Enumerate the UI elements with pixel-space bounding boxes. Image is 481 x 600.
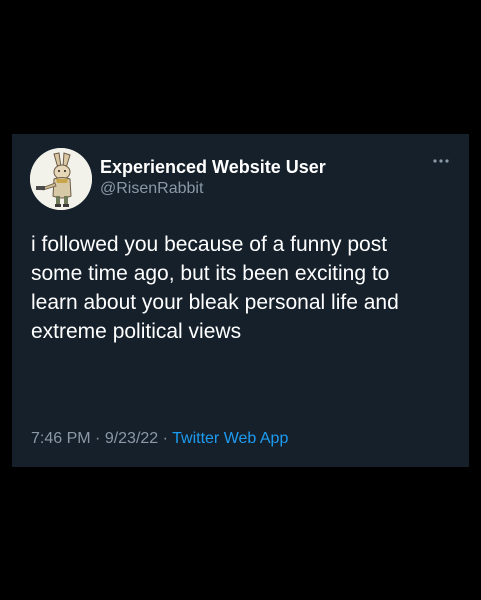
display-name[interactable]: Experienced Website User [100,157,326,178]
meta-separator: · [90,430,105,447]
tweet-card[interactable]: Experienced Website User @RisenRabbit i … [12,134,469,467]
avatar[interactable] [30,148,92,210]
tweet-time[interactable]: 7:46 PM [31,430,91,447]
more-horizontal-icon[interactable] [431,156,451,166]
tweet-text: i followed you because of a funny post s… [31,233,399,343]
source-link[interactable]: Twitter Web App [172,430,288,447]
meta-separator: · [158,430,173,447]
tweet-meta: 7:46 PM · 9/23/22 · Twitter Web App [31,430,288,448]
rabbit-avatar-icon [30,148,92,210]
tweet-date[interactable]: 9/23/22 [105,430,158,447]
user-handle[interactable]: @RisenRabbit [100,180,203,198]
